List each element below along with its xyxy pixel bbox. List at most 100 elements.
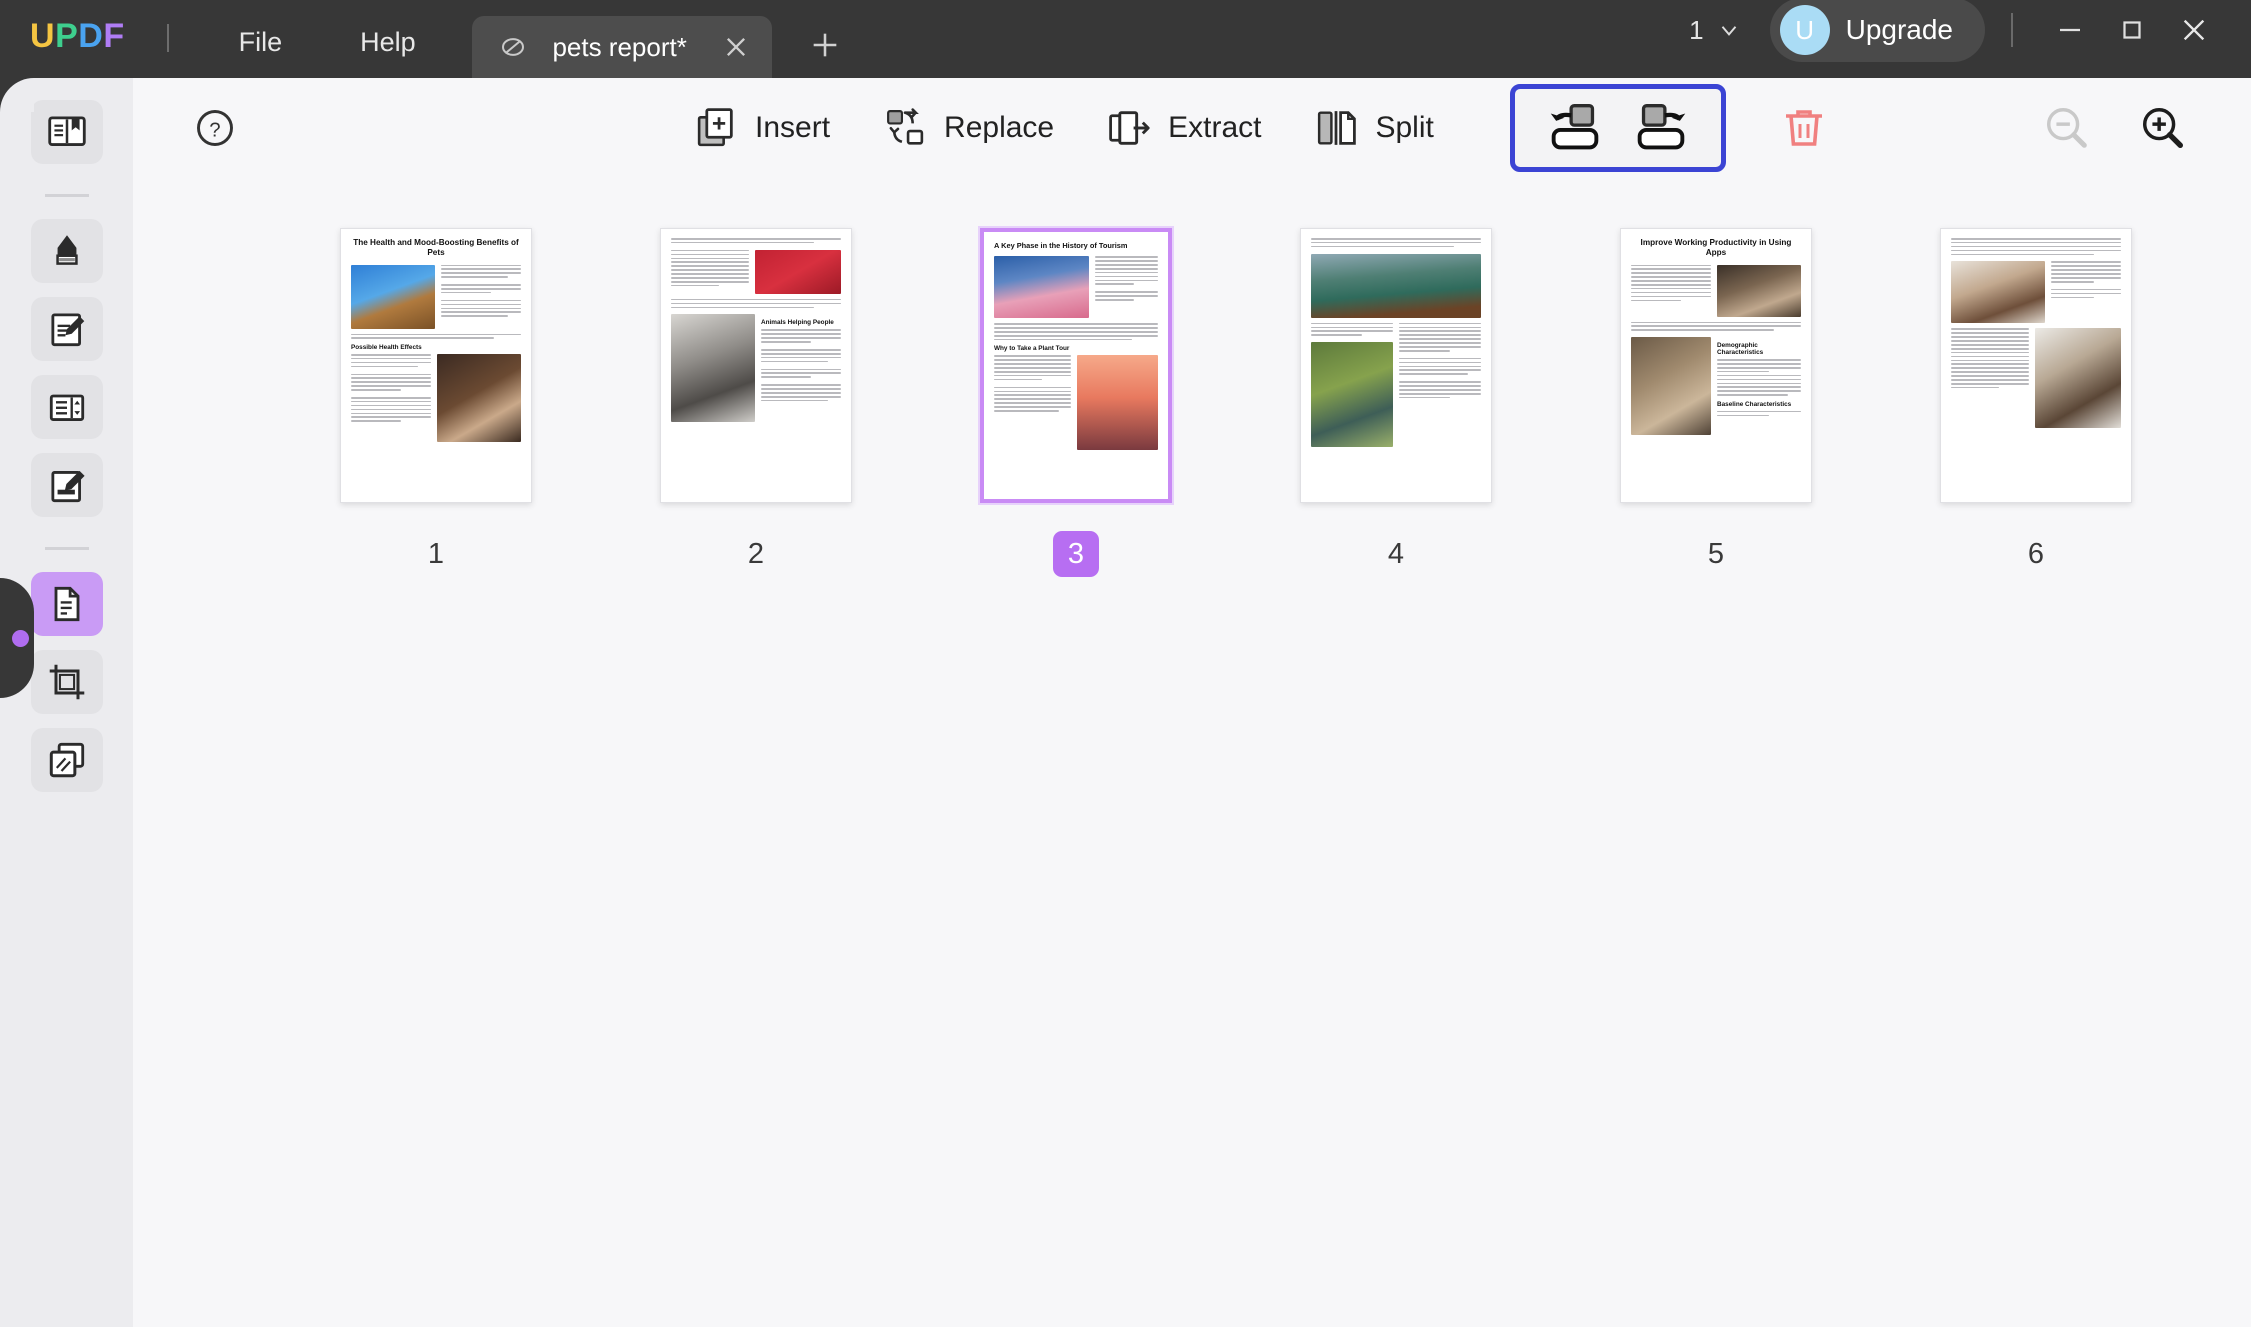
avatar: U	[1780, 5, 1830, 55]
extract-button[interactable]: Extract	[1080, 95, 1287, 161]
logo-letter-p: P	[55, 17, 78, 56]
rotate-right-button[interactable]	[1623, 99, 1699, 157]
maximize-icon	[2117, 15, 2147, 45]
page-thumbnail-area: The Health and Mood-Boosting Benefits of…	[133, 178, 2251, 1327]
page-frame[interactable]: Animals Helping People	[660, 228, 852, 503]
sidebar-item-organize-pages[interactable]	[31, 572, 103, 636]
woman-laptop-smiling-photo	[1951, 261, 2045, 323]
sidebar-divider-2	[45, 547, 89, 550]
sidebar-collapse-handle[interactable]	[0, 578, 34, 698]
coworking-laptops-photo	[1631, 337, 1711, 435]
titlebar-right-group: 1 U Upgrade	[1689, 0, 2225, 62]
page-thumbnail-5[interactable]: Improve Working Productivity in Using Ap…	[1620, 228, 1812, 577]
svg-text:?: ?	[209, 119, 220, 141]
mountain-lake-boat-photo	[1311, 254, 1481, 318]
new-tab-button[interactable]	[802, 22, 848, 68]
woman-at-desk-photo	[2035, 328, 2121, 428]
sidebar-item-crop-pages[interactable]	[31, 650, 103, 714]
page-subheading-2: Baseline Characteristics	[1717, 401, 1801, 408]
minimize-icon	[2055, 15, 2085, 45]
maximize-button[interactable]	[2101, 4, 2163, 56]
zoom-in-icon	[2138, 103, 2188, 153]
replace-label: Replace	[944, 111, 1054, 145]
document-list-icon	[45, 385, 89, 429]
trash-icon	[1778, 102, 1830, 154]
sidebar-corner	[0, 78, 34, 112]
office-meeting-photo	[1717, 265, 1801, 317]
replace-button[interactable]: Replace	[856, 95, 1080, 161]
document-tab[interactable]: pets report*	[472, 16, 772, 78]
logo-letter-f: F	[103, 17, 124, 56]
sidebar-item-annotate[interactable]	[31, 219, 103, 283]
sidebar-item-fill-sign[interactable]	[31, 453, 103, 517]
crop-icon	[45, 660, 89, 704]
tab-close-button[interactable]	[722, 33, 750, 61]
thumbnail-grid: The Health and Mood-Boosting Benefits of…	[133, 178, 2251, 577]
split-page-icon	[1313, 105, 1359, 151]
rotate-left-button[interactable]	[1537, 99, 1613, 157]
page-thumbnail-3[interactable]: A Key Phase in the History of Tourism	[980, 228, 1172, 577]
page-number-label: 4	[1373, 531, 1419, 577]
page-number-label: 2	[733, 531, 779, 577]
upgrade-button[interactable]: U Upgrade	[1770, 0, 1985, 62]
page-toolbar: ? Insert Replace	[133, 78, 2251, 178]
page-subheading: Animals Helping People	[761, 319, 841, 326]
app-logo: UPDF	[30, 17, 125, 56]
holiday-dogs-photo	[755, 250, 841, 294]
dog-and-cat-photo	[437, 354, 521, 442]
help-button[interactable]: ?	[193, 106, 237, 150]
insert-page-icon	[693, 105, 739, 151]
insert-label: Insert	[755, 111, 830, 145]
zoom-in-button[interactable]	[2137, 102, 2189, 154]
sidebar-divider-1	[45, 194, 89, 197]
page-preview: A Key Phase in the History of Tourism	[984, 232, 1168, 499]
page-number-label: 5	[1693, 531, 1739, 577]
page-frame[interactable]: A Key Phase in the History of Tourism	[980, 228, 1172, 503]
page-thumbnail-4[interactable]: 4	[1300, 228, 1492, 577]
insert-button[interactable]: Insert	[667, 95, 856, 161]
page-number-label: 1	[413, 531, 459, 577]
page-preview: The Health and Mood-Boosting Benefits of…	[341, 229, 531, 502]
page-preview: Improve Working Productivity in Using Ap…	[1621, 229, 1811, 502]
page-preview: Animals Helping People	[661, 229, 851, 502]
question-circle-icon: ?	[193, 106, 237, 150]
page-thumbnail-2[interactable]: Animals Helping People 2	[660, 228, 852, 577]
page-thumbnail-1[interactable]: The Health and Mood-Boosting Benefits of…	[340, 228, 532, 577]
minimize-button[interactable]	[2039, 4, 2101, 56]
page-number-label: 6	[2013, 531, 2059, 577]
tropical-river-photo	[1311, 342, 1393, 447]
pages-stack-icon	[45, 582, 89, 626]
cat-portrait-photo	[351, 265, 435, 329]
page-frame[interactable]	[1300, 228, 1492, 503]
sidebar-item-edit-pdf[interactable]	[31, 297, 103, 361]
extract-page-icon	[1106, 105, 1152, 151]
rotate-right-icon	[1628, 102, 1694, 154]
chevron-down-icon	[1716, 17, 1742, 43]
menu-help[interactable]: Help	[334, 29, 442, 56]
havana-pink-car-photo	[994, 256, 1089, 318]
sign-pen-icon	[45, 463, 89, 507]
toolbar-tools: Insert Replace Extract	[667, 84, 1834, 172]
sidebar-item-reader-view[interactable]	[31, 100, 103, 164]
titlebar-divider	[167, 24, 169, 52]
page-heading: A Key Phase in the History of Tourism	[994, 241, 1158, 250]
page-count-selector[interactable]: 1	[1689, 15, 1741, 46]
delete-pages-button[interactable]	[1774, 98, 1834, 158]
menu-file[interactable]: File	[213, 29, 309, 56]
page-subheading: Demographic Characteristics	[1717, 342, 1801, 356]
sidebar-item-page-layout[interactable]	[31, 375, 103, 439]
book-bookmark-icon	[45, 110, 89, 154]
split-button[interactable]: Split	[1287, 95, 1459, 161]
page-frame[interactable]	[1940, 228, 2132, 503]
close-window-button[interactable]	[2163, 4, 2225, 56]
left-sidebar	[0, 78, 133, 1327]
page-preview	[1941, 229, 2131, 502]
zoom-out-button[interactable]	[2041, 102, 2093, 154]
page-subheading: Why to Take a Plant Tour	[994, 345, 1158, 352]
page-frame[interactable]: Improve Working Productivity in Using Ap…	[1620, 228, 1812, 503]
split-label: Split	[1375, 111, 1433, 145]
sidebar-item-compress[interactable]	[31, 728, 103, 792]
page-frame[interactable]: The Health and Mood-Boosting Benefits of…	[340, 228, 532, 503]
page-thumbnail-6[interactable]: 6	[1940, 228, 2132, 577]
close-icon	[2178, 14, 2210, 46]
